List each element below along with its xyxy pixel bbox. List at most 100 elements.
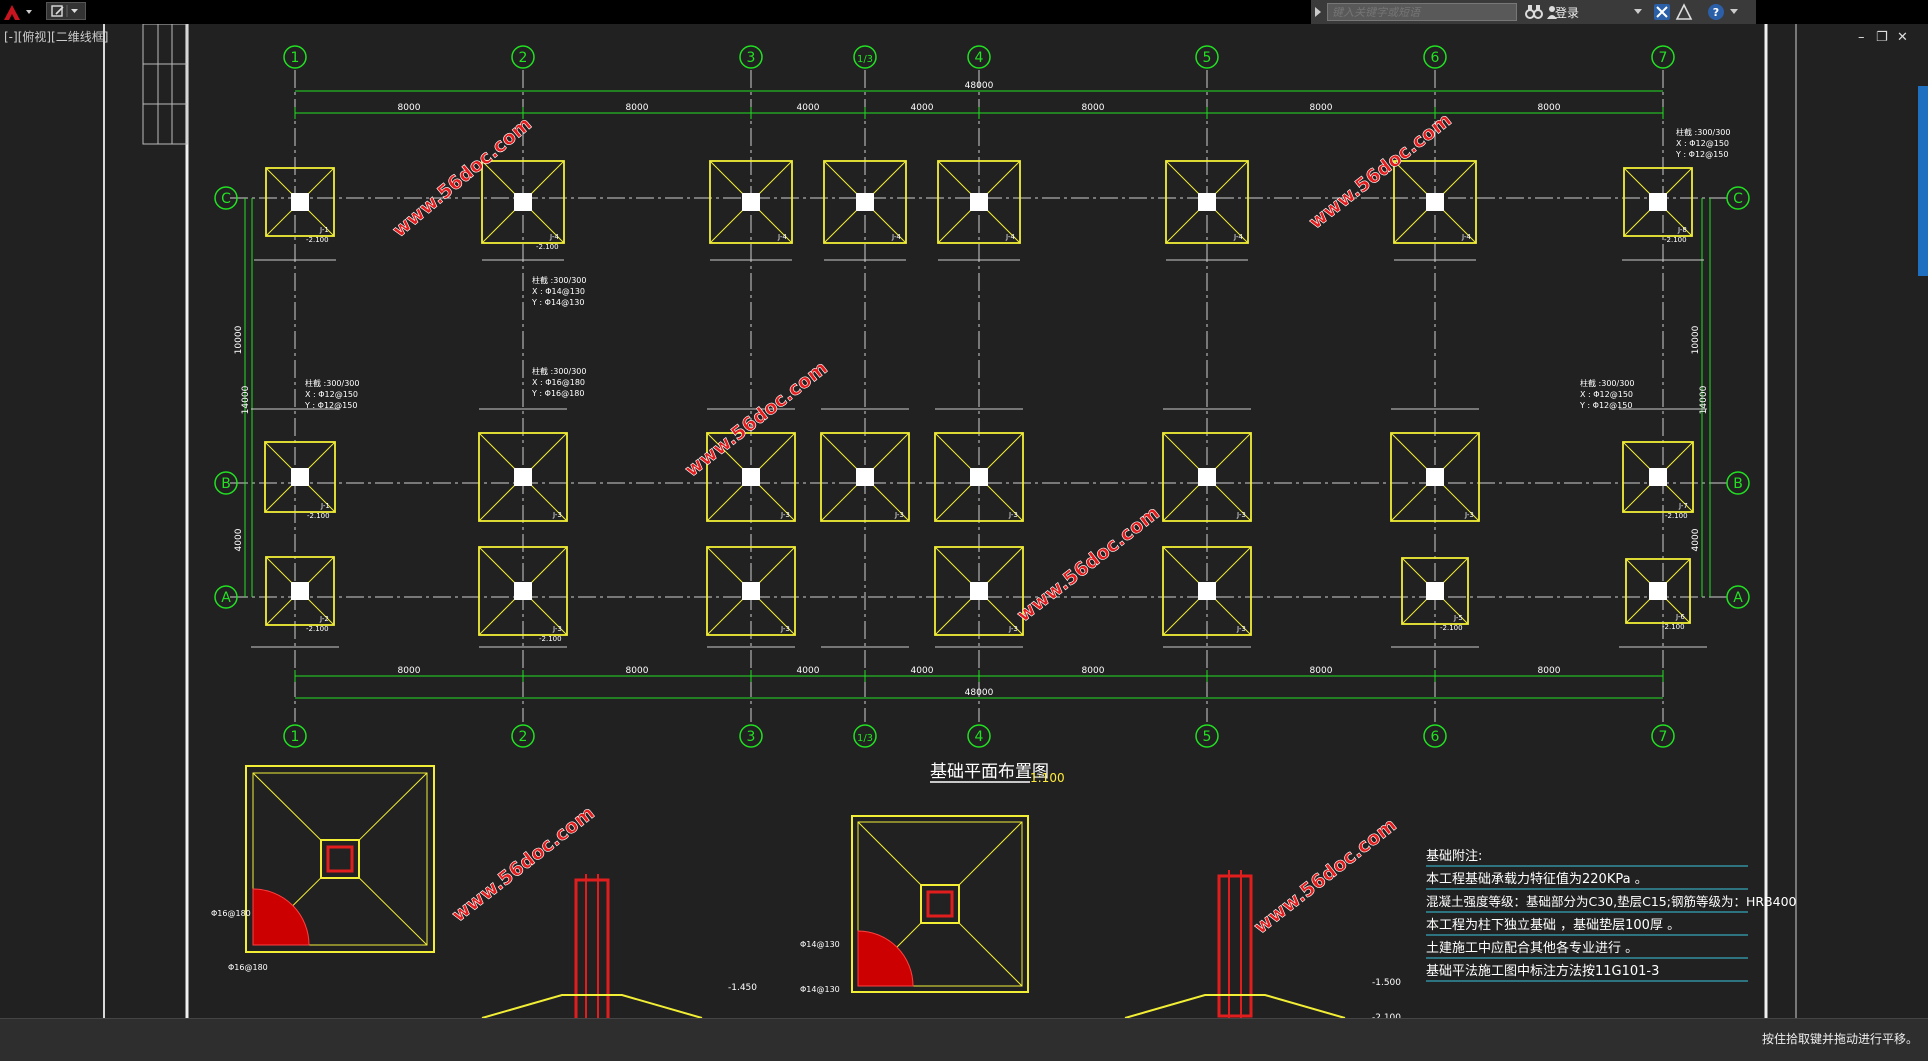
- svg-text:柱截 :300/300: 柱截 :300/300: [305, 378, 359, 388]
- column: [970, 193, 988, 211]
- search-input[interactable]: [1327, 3, 1517, 21]
- help-dropdown-icon[interactable]: [1729, 6, 1739, 16]
- column: [742, 193, 760, 211]
- watermark: www.56doc.com: [681, 357, 832, 482]
- dimension-label: 8000: [1082, 666, 1105, 676]
- plan-scale: 1:100: [1030, 771, 1065, 785]
- watermark: www.56doc.com: [388, 113, 536, 242]
- dimension-label: 4000: [911, 103, 934, 113]
- elevation-label: -2.100: [307, 512, 330, 520]
- footing-label: J-3: [780, 625, 790, 633]
- column: [1649, 582, 1667, 600]
- grid-label: 3: [747, 50, 756, 66]
- dimension-label: 48000: [965, 688, 994, 698]
- footing-label: J-6: [1675, 613, 1685, 621]
- column: [970, 582, 988, 600]
- elevation-label: -2.100: [539, 635, 562, 643]
- watermark: www.56doc.com: [1013, 502, 1164, 627]
- dimension-label: 8000: [1538, 666, 1561, 676]
- pier-note: 柱截 :300/300 X : Φ12@150 Y : Φ12@150: [1579, 378, 1634, 410]
- exchange-icon[interactable]: [1653, 3, 1671, 21]
- detail-column-rebar: [926, 890, 954, 918]
- expand-arrow-icon[interactable]: [1313, 4, 1323, 20]
- help-icon[interactable]: ?: [1707, 3, 1725, 21]
- svg-text:Y : Φ12@150: Y : Φ12@150: [1675, 150, 1728, 159]
- dimension-label: 8000: [1538, 103, 1561, 113]
- detail-column-rebar: [326, 845, 354, 873]
- dimension-label: 4000: [797, 666, 820, 676]
- elevation-label: -2.100: [1662, 623, 1685, 631]
- dimension-label: 8000: [398, 103, 421, 113]
- grid-label: 1/3: [857, 733, 873, 744]
- svg-text:柱截 :300/300: 柱截 :300/300: [1580, 378, 1634, 388]
- grid-label: 5: [1203, 729, 1212, 745]
- svg-text:柱截 :300/300: 柱截 :300/300: [532, 275, 586, 285]
- column: [742, 468, 760, 486]
- elevation-label: -2.100: [1664, 236, 1687, 244]
- column: [856, 468, 874, 486]
- column: [514, 193, 532, 211]
- pier-note: 柱截 :300/300 X : Φ12@150 Y : Φ12@150: [304, 378, 359, 410]
- pier-note: 柱截 :300/300 X : Φ16@180 Y : Φ16@180: [531, 366, 586, 398]
- grid-label: 7: [1659, 729, 1668, 745]
- column: [291, 193, 309, 211]
- grid-label: 1/3: [857, 54, 873, 65]
- column: [291, 582, 309, 600]
- svg-text:X : Φ14@130: X : Φ14@130: [532, 287, 585, 296]
- dimension-label: 48000: [965, 81, 994, 91]
- footing-label: J-3: [1008, 625, 1018, 633]
- svg-text:Y : Φ12@150: Y : Φ12@150: [304, 401, 357, 410]
- column: [291, 468, 309, 486]
- dimension-label: 10000: [1691, 325, 1701, 354]
- grid-label: 4: [975, 729, 984, 745]
- dimension-label: 8000: [398, 666, 421, 676]
- elevation-label: -2.100: [536, 243, 559, 251]
- grid-label: 1: [291, 50, 300, 66]
- grid-label: A: [1733, 590, 1743, 606]
- footing-label: J-5: [1453, 614, 1463, 622]
- svg-text:柱截 :300/300: 柱截 :300/300: [532, 366, 586, 376]
- column: [1649, 193, 1667, 211]
- quick-access-button[interactable]: [46, 2, 86, 20]
- grid-label: 5: [1203, 50, 1212, 66]
- watermark: www.56doc.com: [1250, 814, 1401, 939]
- dimension-label: 4000: [911, 666, 934, 676]
- stay-connected-icon[interactable]: [1675, 3, 1693, 21]
- column: [514, 582, 532, 600]
- footing-label: J-1: [319, 226, 329, 234]
- app-menu-icon[interactable]: [2, 2, 38, 22]
- binoculars-icon[interactable]: [1525, 3, 1543, 21]
- svg-text:柱截 :300/300: 柱截 :300/300: [1676, 127, 1730, 137]
- svg-text:X : Φ12@150: X : Φ12@150: [1580, 390, 1633, 399]
- login-button[interactable]: 登录: [1555, 4, 1579, 21]
- footing-label: J-3: [780, 511, 790, 519]
- chevron-down-icon[interactable]: [1633, 6, 1643, 16]
- footing-label: J-4: [1461, 233, 1471, 241]
- dimension-label: 4000: [1691, 528, 1701, 551]
- status-bar: 按住拾取键并拖动进行平移。: [0, 1018, 1928, 1061]
- footing-label: J-3: [1236, 625, 1246, 633]
- svg-text:X : Φ12@150: X : Φ12@150: [1676, 139, 1729, 148]
- grid-label: B: [221, 476, 231, 492]
- column: [856, 193, 874, 211]
- svg-text:X : Φ16@180: X : Φ16@180: [532, 378, 585, 387]
- footing-label: J-4: [1233, 233, 1243, 241]
- drawing-canvas[interactable]: 1 1 2 2 3 3 1/3 1/3 4 4 5 5 6 6 7 7 C C B B A A 48000 8000 8000 4…: [0, 24, 1928, 1024]
- note-line: 基础平法施工图中标注方法按11G101-3: [1426, 963, 1659, 979]
- notes-block: 基础附注: 本工程基础承载力特征值为220KPa 。 混凝土强度等级：基础部分为…: [1426, 849, 1797, 982]
- note-line: 本工程为柱下独立基础 ，基础垫层100厚 。: [1426, 917, 1680, 933]
- dimension-label: 8000: [1310, 103, 1333, 113]
- footing-label: J-3: [552, 625, 562, 633]
- grid-label: 4: [975, 50, 984, 66]
- svg-text:Y : Φ16@180: Y : Φ16@180: [531, 389, 584, 398]
- column: [970, 468, 988, 486]
- grid-label: A: [221, 590, 231, 606]
- footing-label: J-4: [549, 233, 559, 241]
- svg-text:X : Φ12@150: X : Φ12@150: [305, 390, 358, 399]
- status-message: 按住拾取键并拖动进行平移。: [1761, 1032, 1918, 1046]
- grid-label: 6: [1431, 729, 1440, 745]
- elevation-label: -2.100: [306, 236, 329, 244]
- footing-label: J-2: [319, 615, 329, 623]
- grid-label: 2: [519, 50, 528, 66]
- column: [1198, 193, 1216, 211]
